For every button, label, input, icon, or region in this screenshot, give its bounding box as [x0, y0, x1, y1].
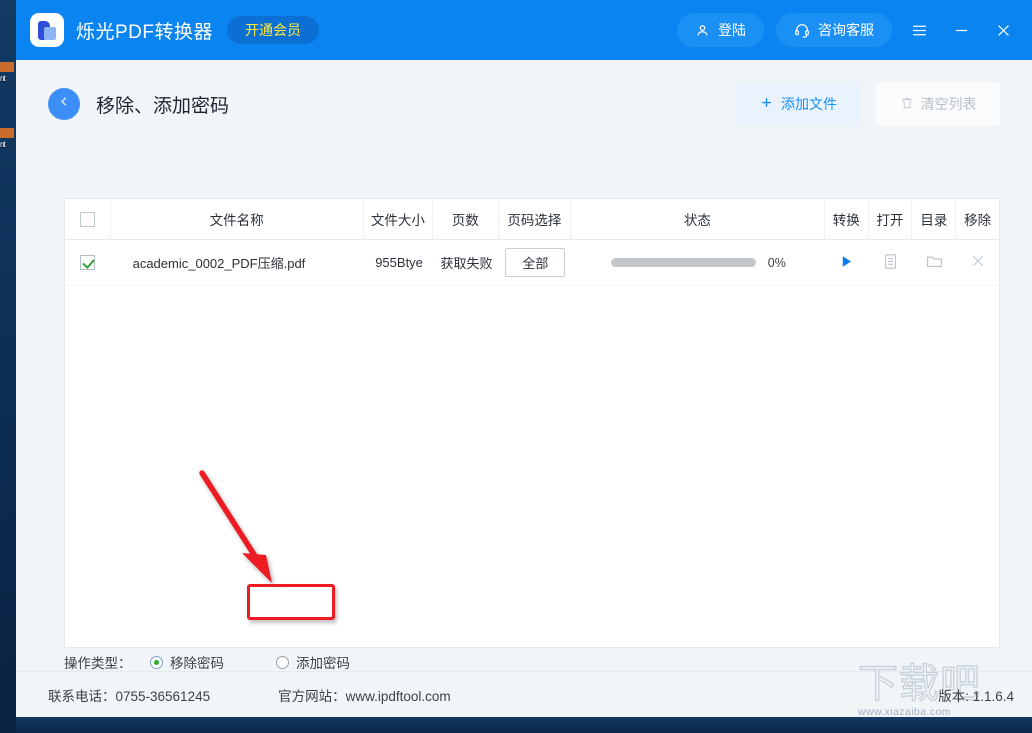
page-header: 移除、添加密码 添加文件 清空列表	[48, 82, 1000, 126]
app-title: 烁光PDF转换器	[76, 21, 214, 43]
row-remove-button[interactable]	[956, 240, 999, 285]
login-button[interactable]: 登陆	[677, 13, 764, 47]
open-membership-button[interactable]: 开通会员	[227, 16, 320, 44]
application-window: 烁光PDF转换器 开通会员 登陆 咨询客服 移除、添加密码 添加文件 清空列表 …	[16, 0, 1032, 733]
app-logo	[30, 13, 64, 47]
column-header-filename: 文件名称	[111, 199, 364, 239]
row-filesize: 955Btye	[375, 255, 423, 270]
add-file-button[interactable]: 添加文件	[736, 82, 860, 126]
page-title: 移除、添加密码	[96, 95, 230, 117]
page-body: 移除、添加密码 添加文件 清空列表 文件名称 文件大小 页数 页码选择 状态 转…	[16, 60, 1032, 733]
add-file-label: 添加文件	[781, 96, 837, 112]
radio-add-password[interactable]: 添加密码	[276, 652, 350, 672]
radio-remove-password[interactable]: 移除密码	[150, 652, 224, 672]
login-label: 登陆	[718, 22, 746, 38]
close-icon	[970, 253, 986, 272]
row-status-cell: 0%	[571, 240, 825, 285]
back-button[interactable]	[48, 88, 80, 120]
footer-version: 版本: 1.1.6.4	[938, 688, 1014, 704]
desktop-icon-label-2: nt	[0, 140, 6, 149]
column-header-pages: 页数	[433, 199, 499, 239]
customer-support-button[interactable]: 咨询客服	[776, 13, 892, 47]
progress-bar	[610, 258, 756, 267]
radio-add-password-label: 添加密码	[296, 656, 350, 671]
support-label: 咨询客服	[818, 22, 874, 38]
table-row: academic_0002_PDF压缩.pdf 955Btye 获取失败 全部 …	[65, 240, 999, 286]
titlebar-actions: 登陆 咨询客服	[677, 13, 1018, 47]
file-table: 文件名称 文件大小 页数 页码选择 状态 转换 打开 目录 移除 academi…	[64, 198, 1000, 648]
minimize-icon[interactable]	[946, 15, 976, 45]
radio-add-password-indicator	[276, 655, 289, 669]
close-icon[interactable]	[988, 15, 1018, 45]
select-all-header	[65, 199, 111, 239]
column-header-directory: 目录	[912, 199, 957, 239]
footer: 联系电话：0755-36561245 官方网站：www.ipdftool.com…	[16, 671, 1032, 717]
clear-list-label: 清空列表	[920, 96, 977, 112]
row-pages: 获取失败	[440, 256, 493, 271]
footer-website[interactable]: 官方网站：www.ipdftool.com	[278, 685, 451, 705]
row-directory-button[interactable]	[913, 240, 957, 285]
document-icon	[883, 253, 898, 273]
column-header-open: 打开	[869, 199, 913, 239]
taskbar-strip	[16, 717, 1032, 733]
clear-list-button[interactable]: 清空列表	[876, 82, 1000, 126]
row-checkbox[interactable]	[80, 255, 96, 270]
row-select-cell	[65, 240, 111, 285]
desktop-icon-label-1: nt	[0, 74, 6, 83]
column-header-filesize: 文件大小	[364, 199, 434, 239]
hamburger-menu-icon[interactable]	[904, 15, 934, 45]
operation-type-label: 操作类型：	[64, 656, 132, 671]
footer-phone: 联系电话：0755-36561245	[48, 688, 211, 704]
column-header-remove: 移除	[964, 213, 992, 228]
plus-icon	[759, 95, 774, 113]
row-filename: academic_0002_PDF压缩.pdf	[132, 256, 306, 271]
page-select-button[interactable]: 全部	[505, 248, 566, 277]
select-all-checkbox[interactable]	[79, 211, 95, 227]
title-bar: 烁光PDF转换器 开通会员 登陆 咨询客服	[16, 0, 1032, 60]
header-actions: 添加文件 清空列表	[736, 82, 1000, 126]
row-open-button[interactable]	[869, 240, 913, 285]
headset-icon	[794, 22, 810, 38]
folder-icon	[926, 254, 943, 272]
column-header-page-select: 页码选择	[499, 199, 571, 239]
progress-percent: 0%	[767, 255, 786, 270]
column-header-convert: 转换	[825, 199, 869, 239]
back-arrow-icon	[57, 94, 72, 114]
pdf-logo-icon	[38, 20, 56, 40]
radio-remove-password-label: 移除密码	[170, 656, 224, 671]
trash-icon	[900, 96, 914, 113]
user-icon	[695, 23, 710, 38]
table-header-row: 文件名称 文件大小 页数 页码选择 状态 转换 打开 目录 移除	[65, 199, 999, 240]
operation-type-row: 操作类型： 移除密码 添加密码	[64, 652, 350, 672]
row-page-select-cell: 全部	[499, 240, 571, 285]
column-header-status: 状态	[571, 199, 825, 239]
desktop-icon-2	[0, 128, 14, 138]
radio-remove-password-indicator	[150, 655, 163, 669]
row-convert-button[interactable]	[825, 240, 869, 285]
desktop-icon-1	[0, 62, 14, 72]
play-icon	[839, 254, 854, 272]
